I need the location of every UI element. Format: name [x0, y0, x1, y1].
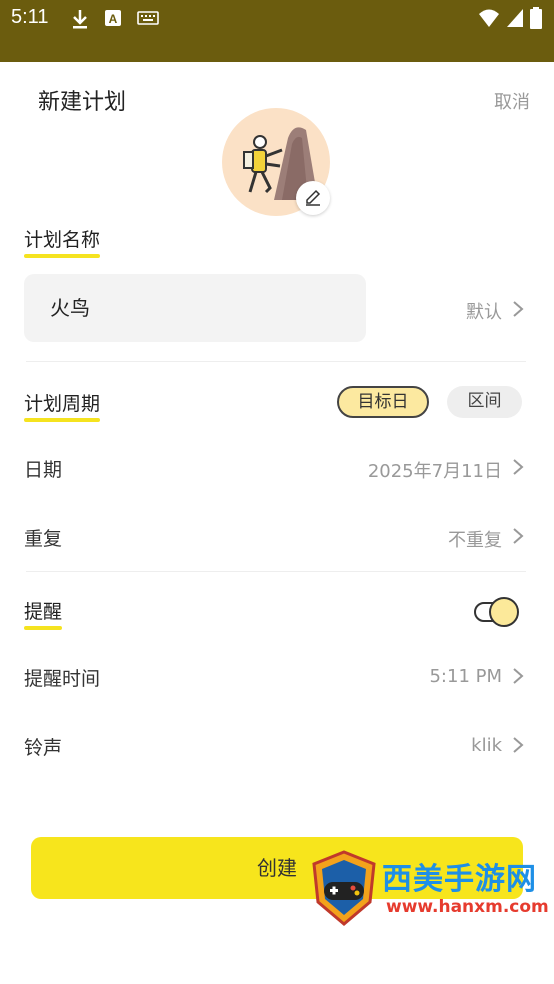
edit-avatar-button[interactable] [296, 181, 330, 215]
page-title: 新建计划 [38, 90, 127, 115]
repeat-label: 重复 [24, 528, 63, 550]
battery-icon [530, 7, 542, 29]
svg-text:A: A [109, 12, 118, 26]
cancel-button[interactable]: 取消 [494, 88, 530, 114]
toggle-knob [489, 597, 519, 627]
gamepad-shield-logo [312, 850, 376, 926]
download-icon [73, 10, 87, 29]
reminder-time-value[interactable]: 5:11 PM [429, 666, 502, 687]
watermark-url: www.hanxm.com [386, 897, 549, 917]
period-option-range[interactable]: 区间 [447, 386, 522, 418]
reminder-time-label: 提醒时间 [24, 668, 101, 690]
status-time: 5:11 [11, 6, 49, 28]
chevron-right-icon [513, 528, 524, 544]
chevron-right-icon [513, 668, 524, 684]
chevron-right-icon [513, 737, 524, 753]
divider [26, 571, 526, 572]
divider [26, 361, 526, 362]
period-option-target-day[interactable]: 目标日 [337, 386, 429, 418]
repeat-value[interactable]: 不重复 [448, 526, 502, 552]
ringtone-label: 铃声 [24, 737, 63, 759]
reminder-toggle[interactable] [474, 595, 520, 629]
pencil-icon [306, 189, 321, 206]
chevron-right-icon [513, 459, 524, 475]
watermark: 西美手游网 www.hanxm.com [310, 850, 554, 984]
ringtone-value[interactable]: klik [471, 735, 502, 756]
plan-name-label: 计划名称 [24, 225, 101, 258]
watermark-text: 西美手游网 [382, 862, 537, 897]
keyboard-icon [137, 11, 159, 25]
status-bar: 5:11 A [0, 0, 554, 62]
signal-icon [507, 9, 523, 27]
date-label: 日期 [24, 459, 63, 481]
a-box-icon: A [105, 10, 121, 26]
default-name-link[interactable]: 默认 [466, 298, 502, 324]
date-value[interactable]: 2025年7月11日 [368, 457, 502, 483]
reminder-label: 提醒 [24, 597, 63, 630]
plan-period-label: 计划周期 [24, 389, 101, 422]
wifi-icon [479, 9, 499, 27]
status-right-icons [478, 7, 542, 29]
plan-name-input[interactable]: 火鸟 [24, 274, 366, 342]
chevron-right-icon [513, 301, 524, 317]
